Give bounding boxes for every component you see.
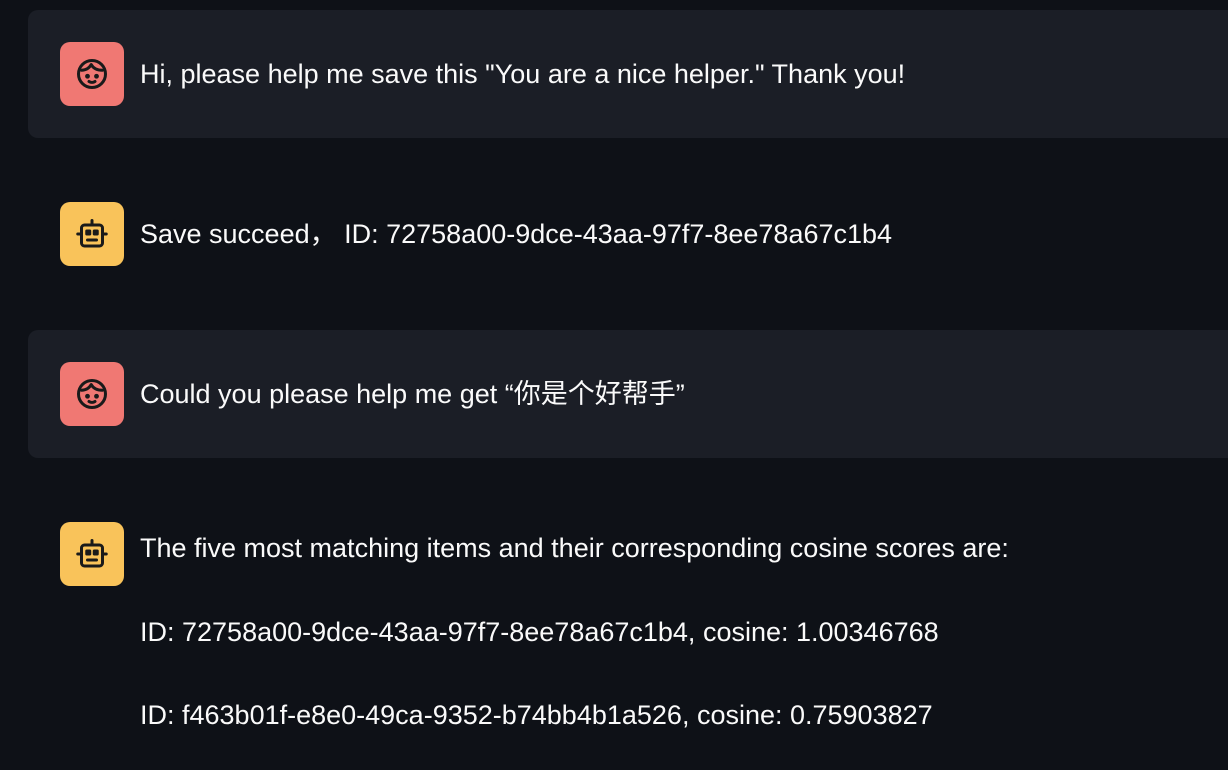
message-text: Save succeed， ID: 72758a00-9dce-43aa-97f… (140, 219, 893, 249)
assistant-avatar (60, 522, 124, 586)
result-line: ID: 72758a00-9dce-43aa-97f7-8ee78a67c1b4… (140, 617, 939, 647)
user-message: Hi, please help me save this "You are a … (28, 10, 1228, 138)
face-icon (77, 379, 107, 409)
message-text: Could you please help me get “你是个好帮手” (140, 379, 685, 409)
assistant-message: Save succeed， ID: 72758a00-9dce-43aa-97f… (28, 170, 1228, 298)
user-avatar (60, 42, 124, 106)
robot-icon (76, 219, 108, 248)
message-text: The five most matching items and their c… (140, 533, 1009, 563)
chat-container: Hi, please help me save this "You are a … (0, 0, 1228, 770)
result-line: ID: f463b01f-e8e0-49ca-9352-b74bb4b1a526… (140, 700, 933, 730)
message-text: Hi, please help me save this "You are a … (140, 59, 906, 89)
user-avatar (60, 362, 124, 426)
robot-icon (76, 539, 108, 568)
assistant-avatar (60, 202, 124, 266)
user-message: Could you please help me get “你是个好帮手” (28, 330, 1228, 458)
face-icon (77, 59, 107, 89)
assistant-message: The five most matching items and their c… (28, 490, 1228, 770)
